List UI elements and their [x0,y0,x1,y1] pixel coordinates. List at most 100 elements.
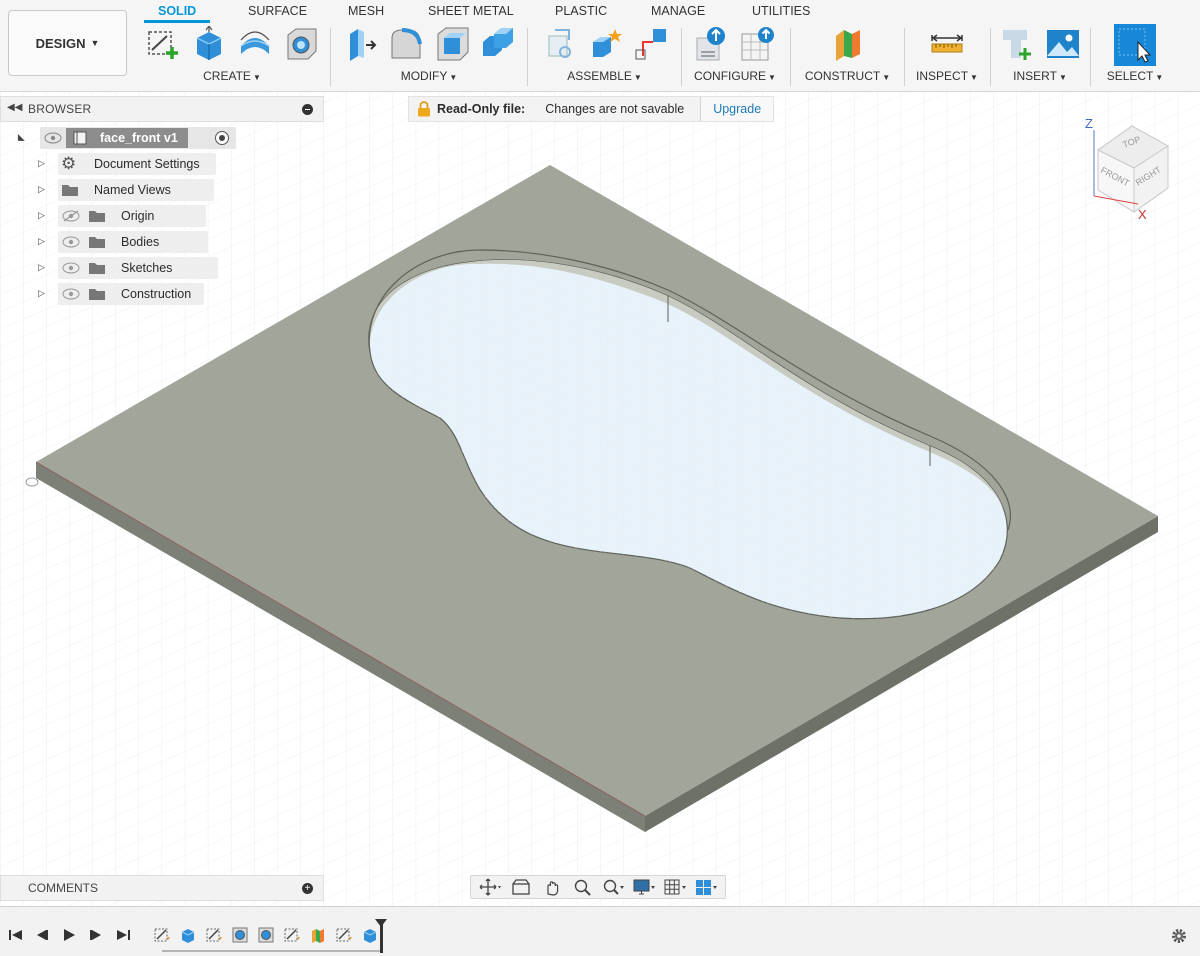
expand-triangle-icon[interactable]: ▷ [38,236,45,247]
tab-plastic[interactable]: PLASTIC [555,4,607,18]
timeline-marker[interactable] [375,919,387,953]
tab-utilities[interactable]: UTILITIES [752,4,810,18]
timeline-sketch-icon[interactable] [153,926,171,944]
zoom-icon[interactable] [572,878,594,896]
insert-canvas-icon[interactable] [1045,26,1081,62]
modify-menu[interactable]: MODIFY ▼ [336,69,522,83]
folder-icon [89,211,105,222]
timeline-extrude-icon[interactable] [361,926,379,944]
timeline-sketch-icon[interactable] [205,926,223,944]
create-sketch-icon[interactable] [145,26,181,62]
expand-triangle-icon[interactable]: ▷ [38,210,45,221]
browser-item-construction[interactable]: ▷ Construction [36,283,236,305]
timeline-extrude-icon[interactable] [179,926,197,944]
timeline-hole-icon[interactable] [257,926,275,944]
collapse-browser-icon[interactable]: ◀◀ [7,102,22,113]
select-menu[interactable]: SELECT ▼ [1096,69,1174,83]
create-menu[interactable]: CREATE ▼ [138,69,326,83]
minimize-browser-icon[interactable] [302,104,313,115]
timeline-hole-icon[interactable] [231,926,249,944]
folder-icon [62,185,78,196]
browser-item-document-settings[interactable]: ▷ ⚙ Document Settings [36,153,236,175]
configure-model-icon[interactable] [694,26,730,62]
viewports-icon[interactable] [695,878,717,896]
visibility-eye-icon[interactable] [62,288,80,300]
look-at-icon[interactable] [510,878,532,896]
revolve-icon[interactable] [237,26,273,62]
component-icon [73,131,87,145]
expand-triangle-icon[interactable]: ▷ [38,158,45,169]
joint-icon[interactable] [587,26,623,62]
visibility-eye-icon[interactable] [62,236,80,248]
shell-icon[interactable] [434,26,470,62]
assemble-group: ASSEMBLE ▼ [532,24,677,88]
go-to-end-icon[interactable] [115,927,131,943]
go-to-start-icon[interactable] [8,927,24,943]
visibility-eye-icon[interactable] [44,132,62,144]
hole-icon[interactable] [283,26,319,62]
browser-item-label: Sketches [121,261,173,275]
timeline-plane-icon[interactable] [309,926,327,944]
inspect-group: INSPECT ▼ [908,24,986,88]
activate-radio-icon[interactable] [214,130,230,146]
step-forward-icon[interactable] [88,927,104,943]
expand-triangle-icon[interactable]: ▷ [38,288,45,299]
play-icon[interactable] [61,927,77,943]
tab-mesh[interactable]: MESH [348,4,384,18]
workspace-switcher[interactable]: DESIGN ▼ [8,10,127,76]
expand-triangle-icon[interactable]: ▷ [38,262,45,273]
browser-item-sketches[interactable]: ▷ Sketches [36,257,236,279]
fillet-icon[interactable] [388,26,424,62]
workspace-label: DESIGN [35,35,86,51]
configuration-table-icon[interactable] [740,26,776,62]
select-icon[interactable] [1114,24,1156,66]
visibility-eye-icon[interactable] [62,262,80,274]
upgrade-link[interactable]: Upgrade [700,97,774,121]
grid-settings-icon[interactable] [664,878,686,896]
pan-icon[interactable] [541,878,563,896]
inspect-menu[interactable]: INSPECT ▼ [908,69,986,83]
browser-header[interactable]: ◀◀ BROWSER [0,96,324,122]
configure-menu[interactable]: CONFIGURE ▼ [685,69,785,83]
step-back-icon[interactable] [34,927,50,943]
comments-panel[interactable]: COMMENTS + [0,875,324,901]
fit-zoom-icon[interactable] [602,878,625,896]
browser-item-bodies[interactable]: ▷ Bodies [36,231,236,253]
construct-menu[interactable]: CONSTRUCT ▼ [795,69,900,83]
comments-title: COMMENTS [28,881,98,895]
construct-group: CONSTRUCT ▼ [795,24,900,88]
orbit-icon[interactable] [479,878,502,896]
x-axis-label: X [1138,207,1147,222]
timeline-settings-icon[interactable] [1170,927,1188,945]
tab-sheet-metal[interactable]: SHEET METAL [428,4,514,18]
tab-manage[interactable]: MANAGE [651,4,705,18]
assemble-menu[interactable]: ASSEMBLE ▼ [532,69,677,83]
lock-icon [418,101,430,117]
extrude-icon[interactable] [191,26,227,62]
read-only-banner: Read-Only file: Changes are not savable … [408,96,775,122]
browser-item-origin[interactable]: ▷ Origin [36,205,236,227]
new-component-icon[interactable] [541,26,577,62]
timeline-sketch-icon[interactable] [335,926,353,944]
caret-down-icon: ▼ [90,38,100,48]
tab-solid[interactable]: SOLID [144,4,211,23]
add-comment-icon[interactable]: + [302,883,313,894]
drive-joints-icon[interactable] [633,26,669,62]
display-settings-icon[interactable] [633,878,656,896]
browser-root-row[interactable]: ◢ face_front v1 [16,127,236,149]
browser-item-named-views[interactable]: ▷ Named Views [36,179,236,201]
offset-plane-icon[interactable] [830,26,866,62]
measure-icon[interactable] [929,26,965,62]
insert-menu[interactable]: INSERT ▼ [995,69,1085,83]
configure-group: CONFIGURE ▼ [685,24,785,88]
navigation-bar [470,875,726,899]
hidden-eye-icon[interactable] [62,210,80,222]
expand-collapse-icon[interactable]: ◢ [16,134,27,141]
press-pull-icon[interactable] [342,26,378,62]
tab-surface[interactable]: SURFACE [248,4,307,18]
timeline-sketch-icon[interactable] [283,926,301,944]
expand-triangle-icon[interactable]: ▷ [38,184,45,195]
combine-icon[interactable] [480,26,516,62]
insert-derive-icon[interactable] [999,26,1035,62]
insert-group: INSERT ▼ [995,24,1085,88]
